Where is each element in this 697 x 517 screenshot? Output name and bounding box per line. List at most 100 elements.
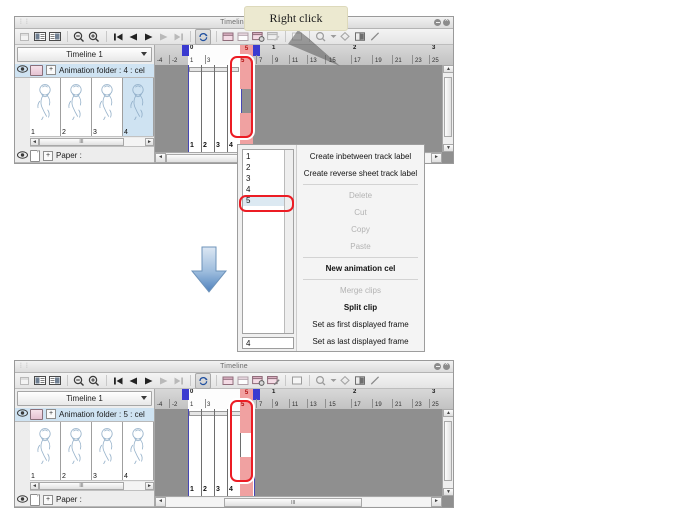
layer-panel-top[interactable]: Timeline 1 + Animation folder : 4 : cel (15, 45, 155, 164)
cel-thumbnail[interactable]: 1 (30, 421, 61, 481)
new-timeline-icon[interactable] (18, 374, 32, 388)
export-image-icon[interactable] (48, 30, 62, 44)
new-animation-cel-icon[interactable] (251, 374, 265, 388)
list-item[interactable]: 4 (243, 184, 284, 195)
cel-thumbnail[interactable]: 4 (123, 77, 154, 137)
track-vscrollbar-top[interactable]: ▲ ▼ (442, 65, 453, 152)
scroll-left-icon[interactable]: ◄ (155, 153, 166, 163)
close-button-icon[interactable] (443, 361, 450, 370)
layer-row-animation-folder[interactable]: + Animation folder : 4 : cel (15, 63, 154, 78)
scroll-thumb[interactable] (444, 421, 452, 481)
onion-skin-icon[interactable] (314, 374, 328, 388)
onion-skin-dropdown-icon[interactable] (329, 374, 337, 388)
visibility-eye-icon[interactable] (15, 494, 30, 505)
list-scrollbar[interactable] (284, 150, 293, 333)
window-buttons[interactable] (434, 17, 450, 26)
menu-item-create-reverse-sheet-track-label[interactable]: Create reverse sheet track label (297, 165, 424, 182)
import-image-icon[interactable] (33, 374, 47, 388)
cel-thumbnail-strip-top[interactable]: 1 2 3 4 (30, 77, 154, 138)
visibility-eye-icon[interactable] (15, 150, 30, 161)
list-item[interactable]: 1 (243, 151, 284, 162)
import-image-icon[interactable] (33, 30, 47, 44)
cel-number-list-items[interactable]: 1 2 3 4 5 (243, 150, 284, 333)
visibility-eye-icon[interactable] (15, 65, 30, 75)
list-item[interactable]: 3 (243, 173, 284, 184)
expand-toggle-icon[interactable]: + (43, 494, 53, 505)
cel-thumbnail[interactable]: 3 (92, 77, 123, 137)
toolbar-top[interactable] (15, 28, 453, 45)
visibility-eye-icon[interactable] (15, 409, 30, 419)
previous-frame-icon[interactable] (126, 374, 140, 388)
next-frame-icon[interactable] (156, 30, 170, 44)
scroll-right-icon[interactable]: ► (145, 137, 154, 146)
scroll-thumb[interactable]: III (39, 481, 124, 490)
track-grid-bottom[interactable]: 1 2 3 4 5 (155, 409, 453, 507)
track-vscrollbar-bottom[interactable]: ▲ ▼ (442, 409, 453, 496)
scroll-right-icon[interactable]: ► (145, 481, 154, 490)
timeline-track-area-bottom[interactable]: 5 0 1 2 3 -4 -2 1 3 5 7 9 11 13 15 17 19… (155, 389, 453, 507)
toolbar-bottom[interactable] (15, 372, 453, 389)
chevron-down-icon[interactable] (141, 52, 147, 56)
export-image-icon[interactable] (48, 374, 62, 388)
loop-playback-icon[interactable] (195, 372, 211, 389)
frame-ruler-bottom[interactable]: 5 0 1 2 3 -4 -2 1 3 5 7 9 11 13 15 17 19… (155, 389, 453, 410)
expand-toggle-icon[interactable]: + (43, 150, 53, 161)
timeline-selector-top[interactable]: Timeline 1 (17, 47, 152, 62)
scroll-track[interactable]: III (166, 498, 431, 507)
play-icon[interactable] (141, 30, 155, 44)
new-animation-folder-icon[interactable] (221, 30, 235, 44)
delete-cel-icon[interactable] (266, 374, 280, 388)
clip-region[interactable] (188, 65, 242, 163)
titlebar-top[interactable]: ⋮⋮ Timeline (15, 17, 453, 29)
go-to-end-icon[interactable] (171, 30, 185, 44)
go-to-start-icon[interactable] (111, 374, 125, 388)
timeline-selector-bottom[interactable]: Timeline 1 (17, 391, 152, 406)
new-layer-folder-icon[interactable] (236, 374, 250, 388)
layer-row-paper[interactable]: + Paper : (15, 493, 154, 508)
cel-thumbnail[interactable]: 1 (30, 77, 61, 137)
expand-toggle-icon[interactable]: + (46, 409, 56, 420)
window-buttons[interactable] (434, 361, 450, 370)
cel-number-input[interactable]: 4 (242, 337, 294, 349)
go-to-start-icon[interactable] (111, 30, 125, 44)
titlebar-bottom[interactable]: ⋮⋮ Timeline (15, 361, 453, 373)
enable-keyframe-icon[interactable] (353, 374, 367, 388)
scroll-up-icon[interactable]: ▲ (443, 65, 453, 73)
cel-thumbnail[interactable]: 4 (123, 421, 154, 481)
zoom-in-icon[interactable] (87, 30, 101, 44)
list-item[interactable]: 2 (243, 162, 284, 173)
scroll-track[interactable]: III (39, 481, 145, 490)
list-item-selected[interactable]: 5 (243, 195, 284, 206)
scroll-right-icon[interactable]: ► (431, 497, 442, 507)
loop-playback-icon[interactable] (195, 28, 211, 45)
expand-toggle-icon[interactable]: + (46, 65, 56, 76)
play-icon[interactable] (141, 374, 155, 388)
scroll-down-icon[interactable]: ▼ (443, 144, 453, 152)
start-marker-icon[interactable] (182, 45, 189, 56)
minimize-button-icon[interactable] (434, 363, 441, 370)
edit-keyframe-icon[interactable] (368, 30, 382, 44)
zoom-in-icon[interactable] (87, 374, 101, 388)
thumbnail-hscrollbar-bottom[interactable]: ◄ III ► (30, 481, 154, 492)
minimize-button-icon[interactable] (434, 19, 441, 26)
light-table-icon[interactable] (338, 374, 352, 388)
layer-row-animation-folder[interactable]: + Animation folder : 5 : cel (15, 407, 154, 422)
scroll-thumb[interactable]: III (39, 137, 124, 146)
menu-item-create-inbetween-track-label[interactable]: Create inbetween track label (297, 148, 424, 165)
scroll-left-icon[interactable]: ◄ (30, 481, 39, 490)
thumbnail-hscrollbar-top[interactable]: ◄ III ► (30, 137, 154, 148)
zoom-out-icon[interactable] (72, 374, 86, 388)
scroll-down-icon[interactable]: ▼ (443, 488, 453, 496)
menu-item-new-animation-cel[interactable]: New animation cel (297, 260, 424, 277)
menu-item-set-as-last-displayed-frame[interactable]: Set as last displayed frame (297, 333, 424, 350)
cel-thumbnail-strip-bottom[interactable]: 1 2 3 4 (30, 421, 154, 482)
new-animation-folder-icon[interactable] (221, 374, 235, 388)
next-frame-icon[interactable] (156, 374, 170, 388)
cel-thumbnail[interactable]: 2 (61, 421, 92, 481)
close-button-icon[interactable] (443, 17, 450, 26)
scroll-right-icon[interactable]: ► (431, 153, 442, 163)
menu-item-set-as-first-displayed-frame[interactable]: Set as first displayed frame (297, 316, 424, 333)
new-timeline-icon[interactable] (18, 30, 32, 44)
go-to-end-icon[interactable] (171, 374, 185, 388)
enable-keyframe-icon[interactable] (353, 30, 367, 44)
